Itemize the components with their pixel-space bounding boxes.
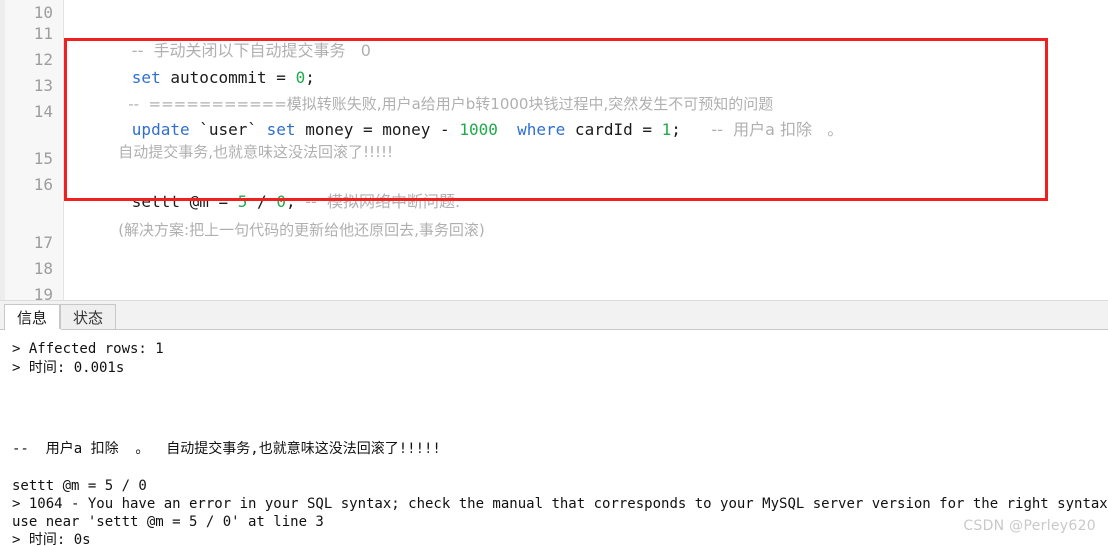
console-output[interactable]: > Affected rows: 1 > 时间: 0.001s -- 用户a 扣… <box>0 330 1108 546</box>
tab-status[interactable]: 状态 <box>60 304 117 329</box>
line-number-gutter: 10 11 12 13 14 15 16 17 18 19 <box>0 0 64 300</box>
output-line: > Affected rows: 1 <box>12 341 164 357</box>
sql-comment: 自动提交事务,也就意味这没法回滚了!!!!! <box>118 143 394 161</box>
output-line: -- 用户a 扣除 。 自动提交事务,也就意味这没法回滚了!!!!! <box>12 441 441 457</box>
tab-status-label: 状态 <box>73 309 104 327</box>
output-line: > 时间: 0s <box>12 532 91 546</box>
panel-tab-bar: 信息 状态 <box>0 301 1108 331</box>
sql-text: cardId = <box>565 120 662 139</box>
tab-baseline <box>0 329 1108 330</box>
sql-number: 1000 <box>459 120 498 139</box>
output-line: > 1064 - You have an error in your SQL s… <box>12 496 1108 512</box>
line-number: 17 <box>33 233 53 252</box>
code-line-16-wrap[interactable]: (解决方案:把上一句代码的更新给他还原回去,事务回滚) <box>64 200 485 260</box>
sql-text: ; <box>671 120 681 139</box>
line-number: 19 <box>33 285 53 301</box>
line-number: 10 <box>33 3 53 22</box>
tab-info-label: 信息 <box>17 309 48 327</box>
output-line: > 时间: 0.001s <box>12 360 125 376</box>
line-number: 18 <box>33 259 53 278</box>
line-number: 11 <box>33 24 53 43</box>
line-number: 14 <box>33 102 53 121</box>
line-number: 16 <box>33 175 53 194</box>
gutter-marker-strip <box>0 0 5 300</box>
sql-inline-comment: -- 用户a 扣除 。 <box>680 120 844 139</box>
line-number: 13 <box>33 76 53 95</box>
output-line: use near 'settt @m = 5 / 0' at line 3 <box>12 514 324 530</box>
tab-info[interactable]: 信息 <box>4 304 61 329</box>
sql-code-editor[interactable]: 10 11 12 13 14 15 16 17 18 19 -- 手动关闭以下自… <box>0 0 1108 300</box>
sql-comment: (解决方案:把上一句代码的更新给他还原回去,事务回滚) <box>118 221 485 239</box>
sql-editor-window: 10 11 12 13 14 15 16 17 18 19 -- 手动关闭以下自… <box>0 0 1108 546</box>
line-number: 12 <box>33 50 53 69</box>
csdn-watermark: CSDN @Perley620 <box>963 518 1096 534</box>
sql-number: 1 <box>661 120 672 139</box>
line-number: 15 <box>33 149 53 168</box>
result-panel: 信息 状态 > Affected rows: 1 > 时间: 0.001s --… <box>0 300 1108 546</box>
output-line: settt @m = 5 / 0 <box>12 478 147 494</box>
active-tab-mask <box>5 329 61 331</box>
sql-keyword: where <box>517 120 566 139</box>
